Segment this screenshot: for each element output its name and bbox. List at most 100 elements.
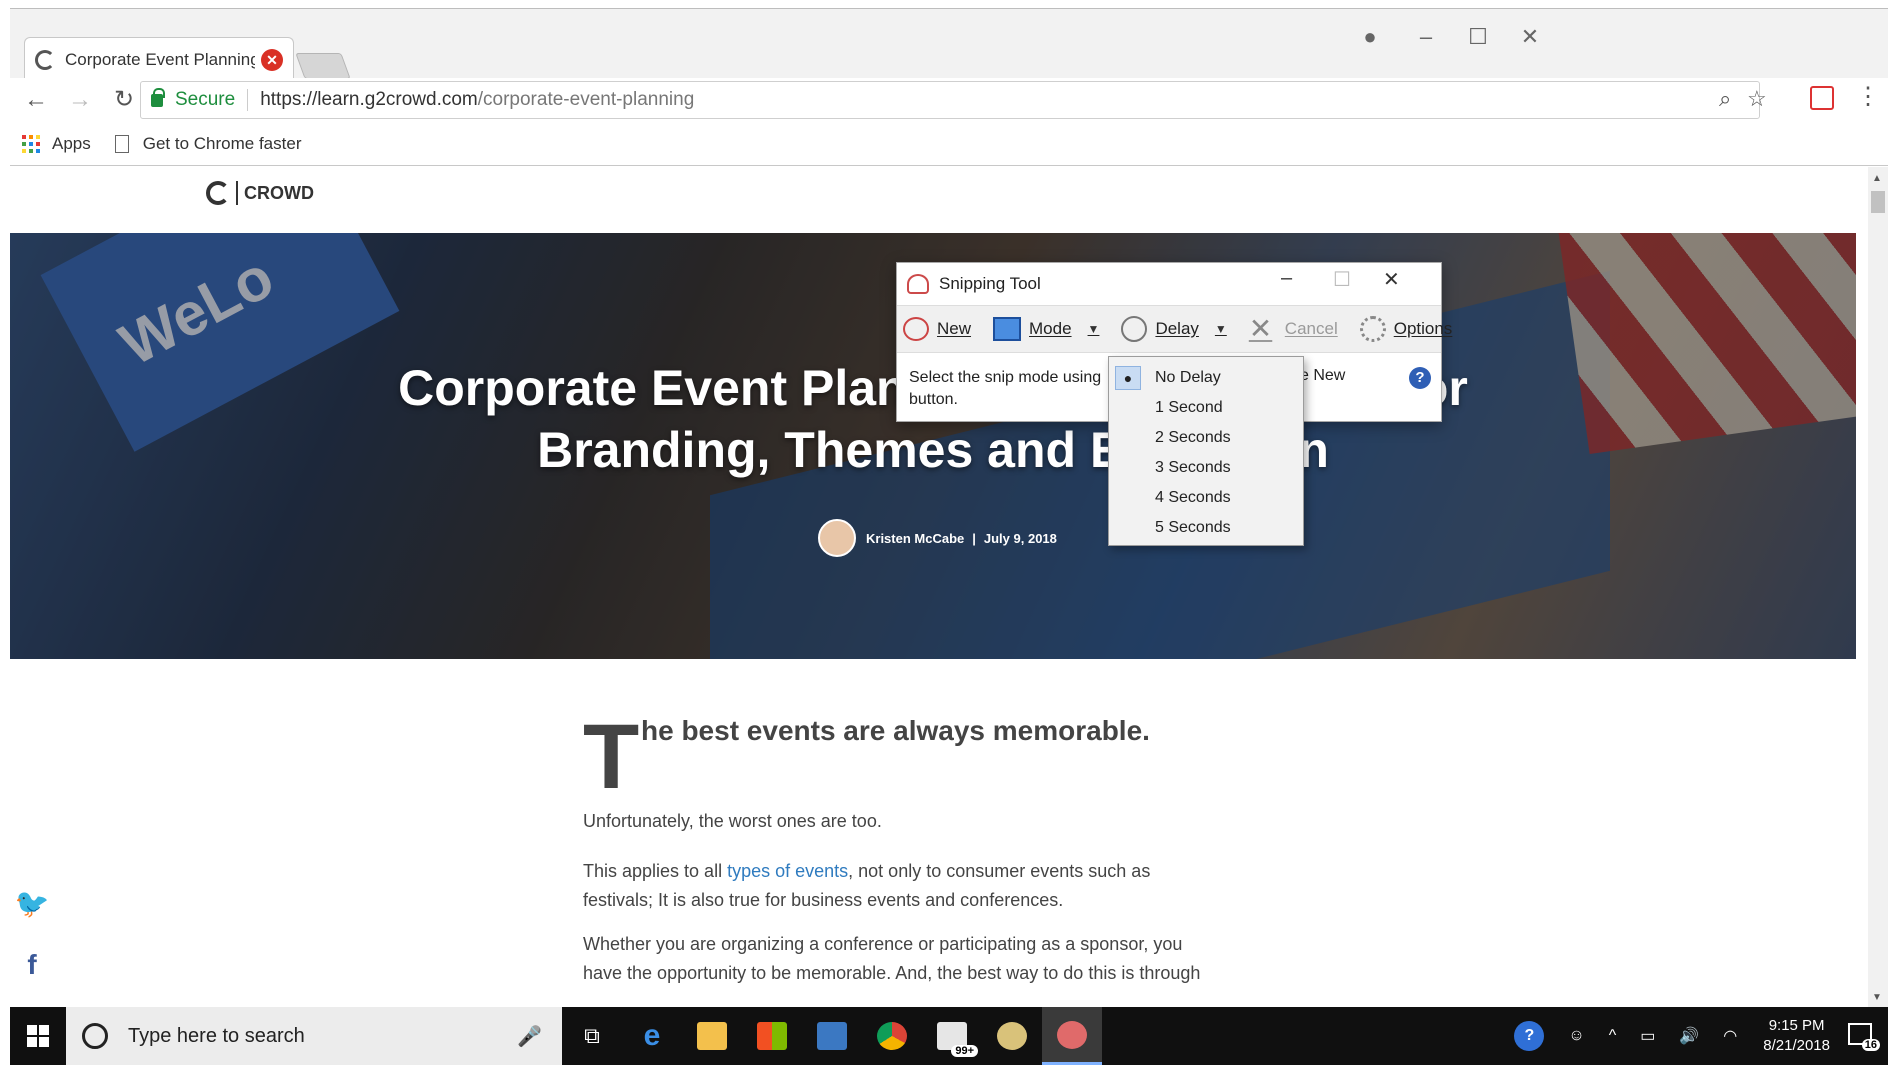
snipping-tool-taskbar-icon[interactable] [1042, 1007, 1102, 1065]
logo-divider [236, 181, 238, 205]
help-icon[interactable]: ? [1409, 367, 1431, 389]
taskbar-search[interactable]: Type here to search 🎤 [66, 1007, 562, 1065]
divider [247, 89, 249, 111]
delay-option-4-seconds[interactable]: 4 Seconds [1109, 483, 1303, 513]
notification-count: 16 [1861, 1039, 1880, 1051]
close-window-button[interactable]: ✕ [1500, 19, 1560, 55]
edge-browser-icon[interactable]: e [622, 1007, 682, 1065]
zoom-icon[interactable]: ⌕ [1719, 86, 1731, 112]
p2-text-before: This applies to all [583, 861, 728, 881]
mode-dropdown-arrow-icon[interactable]: ▼ [1088, 322, 1100, 336]
back-arrow-icon[interactable]: ← [18, 82, 54, 118]
delay-option-label: 2 Seconds [1155, 429, 1231, 446]
facebook-share-icon[interactable]: f [10, 937, 54, 993]
bookmark-star-icon[interactable]: ☆ [1747, 86, 1767, 112]
browser-titlebar: Corporate Event Planning ✕ ● – ☐ ✕ [10, 8, 1888, 81]
snipping-tool-title: Snipping Tool [939, 274, 1041, 293]
twitter-share-icon[interactable]: 🐦 [10, 875, 54, 931]
delay-option-3-seconds[interactable]: 3 Seconds [1109, 453, 1303, 483]
task-view-icon[interactable]: ⧉ [562, 1007, 622, 1065]
delay-option-2-seconds[interactable]: 2 Seconds [1109, 423, 1303, 453]
options-label: Options [1393, 319, 1453, 338]
cancel-label: Cancel [1284, 319, 1338, 338]
file-explorer-icon[interactable] [682, 1007, 742, 1065]
delay-option-1-second[interactable]: 1 Second [1109, 393, 1303, 423]
clock-icon [1121, 316, 1148, 342]
page-scrollbar[interactable]: ▲ ▼ [1868, 167, 1888, 1007]
system-tray: ? ☺ ^ ▭ 🔊 ◠ 9:15 PM 8/21/2018 16 [1502, 1007, 1888, 1065]
delay-label: Delay [1155, 319, 1199, 338]
wifi-icon[interactable]: ◠ [1723, 1026, 1737, 1046]
options-button[interactable]: Options [1359, 316, 1453, 342]
url-host: https://learn.g2crowd.com [260, 89, 478, 110]
snip-hint-text: Select the snip mode using button. [909, 369, 1102, 408]
snipping-toolbar: New Mode ▼ Delay ▼ ✕ Cancel Options [897, 305, 1452, 353]
g2crowd-logo[interactable]: CROWD [206, 181, 314, 205]
maximize-button[interactable]: ☐ [1448, 19, 1508, 55]
microphone-icon[interactable]: 🎤 [517, 1024, 542, 1049]
tab-close-icon[interactable]: ✕ [261, 48, 283, 71]
paint-icon[interactable] [982, 1007, 1042, 1065]
cortana-icon [82, 1023, 108, 1049]
cancel-button[interactable]: ✕ Cancel [1249, 315, 1338, 343]
bookmark-chrome-faster[interactable]: Get to Chrome faster [114, 134, 301, 154]
snip-minimize-button[interactable]: – [1281, 267, 1292, 290]
windows-taskbar: Type here to search 🎤 ⧉ e 99+ ? ☺ ^ ▭ 🔊 … [10, 1007, 1888, 1065]
remote-desktop-icon[interactable] [802, 1007, 862, 1065]
scroll-down-arrow-icon[interactable]: ▼ [1872, 992, 1882, 1003]
clock-time: 9:15 PM [1768, 1017, 1825, 1034]
new-tab-button[interactable] [295, 53, 351, 79]
delay-option-label: 1 Second [1155, 399, 1223, 416]
show-hidden-icons-chevron-icon[interactable]: ^ [1609, 1027, 1617, 1045]
windows-logo-icon [27, 1025, 49, 1047]
reload-icon[interactable]: ↻ [106, 82, 142, 118]
types-of-events-link[interactable]: types of events [727, 861, 848, 881]
paragraph-1: Unfortunately, the worst ones are too. [583, 811, 882, 831]
snipping-tool-titlebar[interactable]: Snipping Tool – ☐ ✕ [897, 263, 1441, 305]
address-bar[interactable]: Secure https://learn.g2crowd.com/corpora… [140, 81, 1767, 119]
delay-option-label: 4 Seconds [1155, 489, 1231, 506]
pocket-extension-icon[interactable] [1810, 86, 1834, 110]
chrome-icon[interactable] [862, 1007, 922, 1065]
drop-cap: T [583, 706, 640, 808]
url-path: /corporate-event-planning [477, 89, 695, 110]
paragraph-3: Whether you are organizing a conference … [583, 934, 1201, 983]
scroll-up-arrow-icon[interactable]: ▲ [1872, 173, 1882, 184]
snip-maximize-button: ☐ [1333, 269, 1351, 291]
battery-icon[interactable]: ▭ [1640, 1026, 1655, 1046]
minimize-button[interactable]: – [1396, 19, 1456, 55]
secure-label: Secure [175, 89, 236, 110]
mode-button[interactable]: Mode ▼ [993, 317, 1099, 341]
delay-option-no-delay[interactable]: ● No Delay [1109, 363, 1303, 393]
new-label: New [937, 319, 972, 338]
taskbar-clock[interactable]: 9:15 PM 8/21/2018 [1763, 1016, 1830, 1056]
action-center-icon[interactable]: 16 [1844, 1021, 1880, 1051]
paragraph-2: This applies to all types of events, not… [583, 857, 1223, 915]
page-icon [114, 134, 129, 153]
mode-label: Mode [1029, 319, 1072, 338]
microsoft-store-icon[interactable] [742, 1007, 802, 1065]
snip-close-button[interactable]: ✕ [1383, 267, 1400, 292]
bookmark-apps[interactable]: Apps [10, 134, 91, 154]
browser-toolbar: ← → ↻ Secure https://learn.g2crowd.com/c… [10, 78, 1888, 122]
delay-option-label: No Delay [1155, 369, 1221, 386]
mail-icon[interactable]: 99+ [922, 1007, 982, 1065]
chrome-menu-icon[interactable]: ⋮ [1856, 82, 1880, 111]
profile-icon[interactable]: ● [1340, 19, 1400, 55]
new-snip-button[interactable]: New [903, 317, 971, 341]
help-tray-icon[interactable]: ? [1514, 1021, 1545, 1051]
scissors-icon [907, 274, 929, 294]
author-name[interactable]: Kristen McCabe [866, 531, 964, 546]
people-icon[interactable]: ☺ [1568, 1027, 1584, 1045]
forward-arrow-icon[interactable]: → [62, 82, 98, 118]
delay-option-label: 3 Seconds [1155, 459, 1231, 476]
start-button[interactable] [10, 1007, 66, 1065]
volume-icon[interactable]: 🔊 [1679, 1026, 1699, 1046]
delay-button[interactable]: Delay ▼ [1121, 316, 1227, 342]
browser-tab[interactable]: Corporate Event Planning ✕ [24, 37, 294, 81]
bookmarks-bar: Apps Get to Chrome faster [10, 122, 1888, 166]
selected-bullet-icon: ● [1115, 366, 1141, 390]
scroll-thumb[interactable] [1871, 191, 1885, 213]
delay-dropdown-arrow-icon[interactable]: ▼ [1215, 322, 1227, 336]
delay-option-5-seconds[interactable]: 5 Seconds [1109, 513, 1303, 543]
